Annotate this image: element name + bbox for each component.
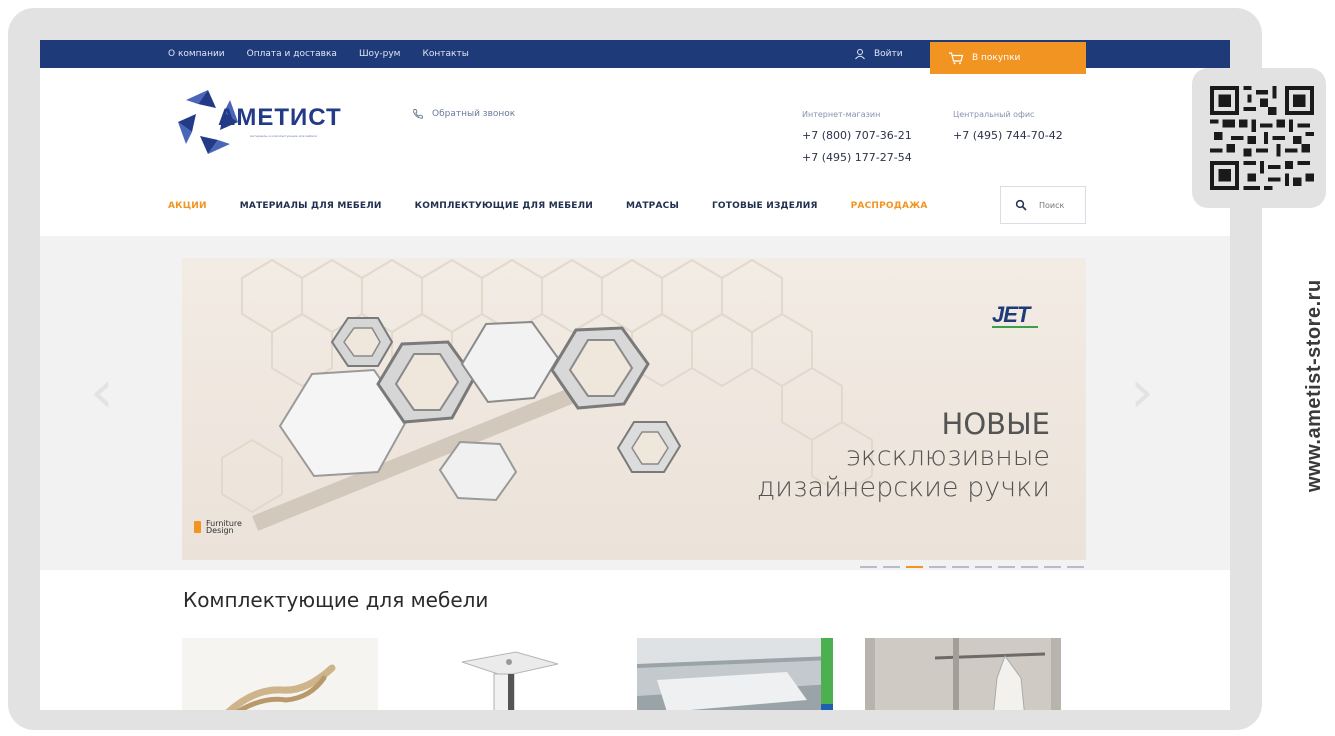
arrow-right-icon[interactable]: › <box>1130 362 1154 422</box>
slider-dot[interactable] <box>860 566 877 568</box>
site-url: www.ametist-store.ru <box>1303 279 1325 492</box>
slider-dot[interactable] <box>1021 566 1038 568</box>
website-screen: О компании Оплата и доставка Шоу-рум Кон… <box>40 40 1230 710</box>
shop-phone-1[interactable]: +7 (800) 707-36-21 <box>802 129 912 142</box>
main-nav-components[interactable]: КОМПЛЕКТУЮЩИЕ ДЛЯ МЕБЕЛИ <box>415 201 593 211</box>
product-card[interactable] <box>182 638 378 710</box>
main-nav: АКЦИИ МАТЕРИАЛЫ ДЛЯ МЕБЕЛИ КОМПЛЕКТУЮЩИЕ… <box>168 201 928 211</box>
qr-code-icon[interactable] <box>1210 86 1314 190</box>
search-box[interactable] <box>1000 186 1086 224</box>
jet-brand-logo: JET <box>992 302 1030 327</box>
headline-line-2: эксклюзивные <box>845 441 1050 473</box>
banner-headline: НОВЫЕ эксклюзивные дизайнерские ручки <box>756 407 1050 504</box>
cart-icon <box>949 52 964 65</box>
main-nav-ready-products[interactable]: ГОТОВЫЕ ИЗДЕЛИЯ <box>712 201 818 211</box>
top-nav-about[interactable]: О компании <box>168 49 225 59</box>
callback-label: Обратный звонок <box>432 109 516 119</box>
main-nav-mattresses[interactable]: МАТРАСЫ <box>626 201 679 211</box>
slider-dot[interactable] <box>975 566 992 568</box>
arrow-left-icon[interactable]: ‹ <box>90 362 114 422</box>
phone-icon <box>413 109 423 119</box>
shop-contacts: Интернет-магазин +7 (800) 707-36-21 +7 (… <box>802 110 912 173</box>
office-contacts: Центральный офис +7 (495) 744-70-42 <box>953 110 1063 151</box>
slider-dot[interactable] <box>1067 566 1084 568</box>
user-icon <box>855 49 865 60</box>
shop-phone-2[interactable]: +7 (495) 177-27-54 <box>802 151 912 164</box>
main-nav-sale[interactable]: РАСПРОДАЖА <box>851 201 928 211</box>
slider-dot[interactable] <box>1044 566 1061 568</box>
shop-label: Интернет-магазин <box>802 110 881 119</box>
callback-link[interactable]: Обратный звонок <box>412 108 515 120</box>
slider-dots <box>860 566 1084 568</box>
office-label: Центральный офис <box>953 110 1035 119</box>
wardrobe-lift-image <box>865 638 1061 710</box>
slider-dot[interactable] <box>998 566 1015 568</box>
kitchen-drawer-image <box>637 638 833 710</box>
cart-label: В покупки <box>972 53 1021 63</box>
search-icon[interactable] <box>1015 199 1027 211</box>
furniture-design-mark-icon <box>194 521 201 534</box>
search-input[interactable] <box>1039 200 1079 210</box>
main-nav-materials[interactable]: МАТЕРИАЛЫ ДЛЯ МЕБЕЛИ <box>240 201 382 211</box>
product-card[interactable] <box>637 638 833 710</box>
office-phone[interactable]: +7 (495) 744-70-42 <box>953 129 1063 142</box>
furniture-handle-image <box>182 638 378 710</box>
furniture-leg-image <box>410 638 606 710</box>
logo-subtitle: материалы и комплектующие для мебели <box>250 134 318 138</box>
login-link[interactable]: Войти <box>854 40 903 68</box>
slider-dot[interactable] <box>952 566 969 568</box>
logo-text: АМЕТИСТ <box>218 104 342 131</box>
top-nav-payment[interactable]: Оплата и доставка <box>247 49 337 59</box>
top-bar: О компании Оплата и доставка Шоу-рум Кон… <box>40 40 1230 74</box>
login-label: Войти <box>874 49 903 59</box>
furniture-design-text: Furniture Design <box>206 519 242 536</box>
hero-banner[interactable]: JET НОВЫЕ эксклюзивные дизайнерские ручк… <box>182 258 1086 560</box>
site-logo[interactable]: АМЕТИСТ материалы и комплектующие для ме… <box>172 86 352 158</box>
furniture-design-logo: Furniture Design <box>194 519 242 536</box>
slider-dot[interactable] <box>906 566 923 568</box>
slider-dot[interactable] <box>929 566 946 568</box>
cart-button[interactable]: В покупки <box>930 42 1086 74</box>
headline-line-1: НОВЫЕ <box>941 407 1050 441</box>
main-nav-promo[interactable]: АКЦИИ <box>168 201 207 211</box>
headline-line-3: дизайнерские ручки <box>756 472 1050 504</box>
section-title: Комплектующие для мебели <box>183 588 489 612</box>
product-card[interactable] <box>410 638 606 710</box>
slider-dot[interactable] <box>883 566 900 568</box>
top-nav: О компании Оплата и доставка Шоу-рум Кон… <box>168 40 469 68</box>
top-nav-showroom[interactable]: Шоу-рум <box>359 49 401 59</box>
top-nav-contacts[interactable]: Контакты <box>422 49 468 59</box>
jet-brand-underline <box>992 326 1038 334</box>
product-card[interactable] <box>865 638 1061 710</box>
